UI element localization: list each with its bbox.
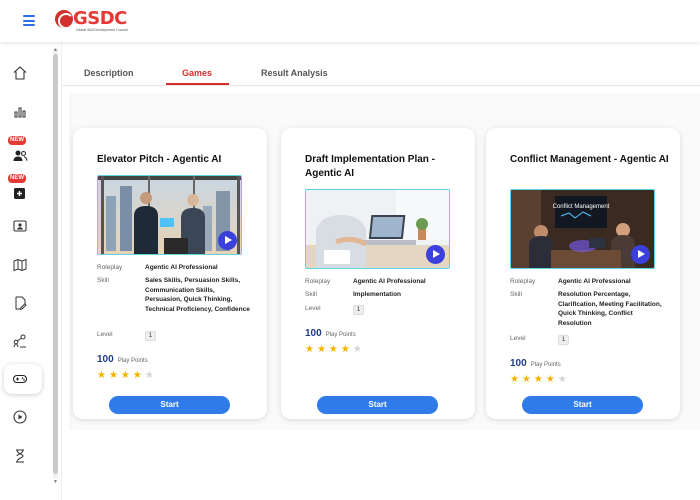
points-value: 100: [305, 328, 322, 339]
game-thumbnail[interactable]: [97, 175, 242, 255]
hourglass-icon: [16, 449, 24, 463]
points-unit: Play Points: [117, 358, 148, 364]
new-badge: NEW: [8, 174, 26, 183]
points-value: 100: [97, 354, 114, 365]
star-rating: ★★★★★: [97, 370, 157, 381]
points-value: 100: [510, 358, 527, 369]
game-thumbnail[interactable]: Conflict Management: [510, 189, 655, 269]
sidebar-item-home[interactable]: [9, 62, 31, 84]
game-card: Conflict Management - Agentic AI Conflic…: [486, 128, 680, 419]
game-card: Draft Implementation Plan - Agentic AI R…: [281, 128, 475, 419]
skill-label: Skill: [510, 291, 522, 298]
sidebar-item-documents[interactable]: [9, 292, 31, 314]
level-value: 1: [558, 335, 569, 345]
sidebar-item-timer[interactable]: [9, 445, 31, 467]
skill-label: Skill: [97, 277, 109, 284]
skill-value: Sales Skills, Persuasion Skills, Communi…: [145, 277, 250, 313]
game-thumbnail[interactable]: [305, 189, 450, 269]
level-label: Level: [510, 335, 526, 342]
tab-games[interactable]: Games: [182, 68, 212, 78]
roleplay-value: Agentic AI Professional: [558, 278, 631, 285]
sidebar-item-map[interactable]: [9, 254, 31, 276]
sidebar-item-network[interactable]: [9, 330, 31, 352]
sidebar-item-users[interactable]: NEW: [8, 136, 31, 166]
tab-description[interactable]: Description: [84, 68, 134, 78]
points-unit: Play Points: [325, 332, 356, 338]
scrollbar-thumb[interactable]: [53, 54, 58, 474]
map-icon: [13, 258, 27, 272]
star-rating: ★★★★★: [510, 374, 570, 385]
sidebar: NEW NEW ▲ ▼: [0, 42, 62, 500]
roleplay-label: Roleplay: [97, 264, 123, 271]
level-label: Level: [97, 331, 113, 338]
network-icon: [13, 334, 26, 348]
start-button[interactable]: Start: [109, 396, 230, 414]
tab-bar: Description Games Result Analysis: [62, 42, 700, 86]
thumbnail-caption: Conflict Management: [553, 204, 610, 210]
level-label: Level: [305, 305, 321, 312]
level-value: 1: [145, 331, 156, 341]
play-icon[interactable]: [426, 245, 445, 264]
hamburger-menu-icon[interactable]: [23, 15, 35, 26]
points-unit: Play Points: [530, 362, 561, 368]
scroll-down-icon[interactable]: ▼: [53, 480, 58, 485]
edit-document-icon: [15, 296, 27, 310]
roleplay-value: Agentic AI Professional: [353, 278, 426, 285]
gamepad-icon: [12, 374, 28, 384]
sidebar-item-games[interactable]: [9, 368, 31, 390]
globe-logo-icon: [55, 10, 73, 28]
skill-label: Skill: [305, 291, 317, 298]
skill-value: Resolution Percentage, Clarification, Me…: [558, 291, 662, 327]
sidebar-item-id-card[interactable]: [9, 215, 31, 237]
tab-result-analysis[interactable]: Result Analysis: [261, 68, 328, 78]
game-title: Conflict Management - Agentic AI: [510, 154, 669, 165]
roleplay-label: Roleplay: [510, 278, 536, 285]
play-icon[interactable]: [218, 231, 237, 250]
play-points: 100 Play Points: [510, 358, 561, 369]
skill-value: Implementation: [353, 291, 402, 298]
game-card: Elevator Pitch - Agentic AI Roleplay Age…: [73, 128, 267, 419]
level-value: 1: [353, 305, 364, 315]
start-button[interactable]: Start: [522, 396, 643, 414]
game-title: Elevator Pitch - Agentic AI: [97, 154, 222, 165]
sidebar-item-videos[interactable]: [9, 406, 31, 428]
game-title: Draft Implementation Plan - Agentic AI: [305, 154, 436, 179]
gsdc-logo[interactable]: GSDC Global Skill Development Council: [55, 8, 128, 32]
roleplay-value: Agentic AI Professional: [145, 264, 218, 271]
new-badge: NEW: [8, 136, 26, 145]
id-card-icon: [13, 220, 27, 232]
play-points: 100 Play Points: [97, 354, 148, 365]
sidebar-item-add-content[interactable]: NEW: [8, 174, 31, 204]
start-button[interactable]: Start: [317, 396, 438, 414]
users-icon: [13, 150, 28, 161]
logo-text: GSDC: [73, 8, 127, 29]
logo-subtitle: Global Skill Development Council: [76, 28, 128, 32]
active-tab-underline: [166, 83, 229, 85]
top-bar: GSDC Global Skill Development Council: [0, 0, 700, 42]
play-points: 100 Play Points: [305, 328, 356, 339]
add-content-icon: [14, 188, 25, 199]
sidebar-scrollbar[interactable]: ▲ ▼: [53, 48, 58, 485]
play-icon[interactable]: [631, 245, 650, 264]
play-circle-icon: [13, 410, 27, 424]
bar-chart-icon: [14, 107, 26, 118]
roleplay-label: Roleplay: [305, 278, 331, 285]
star-rating: ★★★★★: [305, 344, 365, 355]
sidebar-item-analytics[interactable]: [9, 100, 31, 122]
home-icon: [13, 66, 27, 80]
scroll-up-icon[interactable]: ▲: [53, 48, 58, 53]
